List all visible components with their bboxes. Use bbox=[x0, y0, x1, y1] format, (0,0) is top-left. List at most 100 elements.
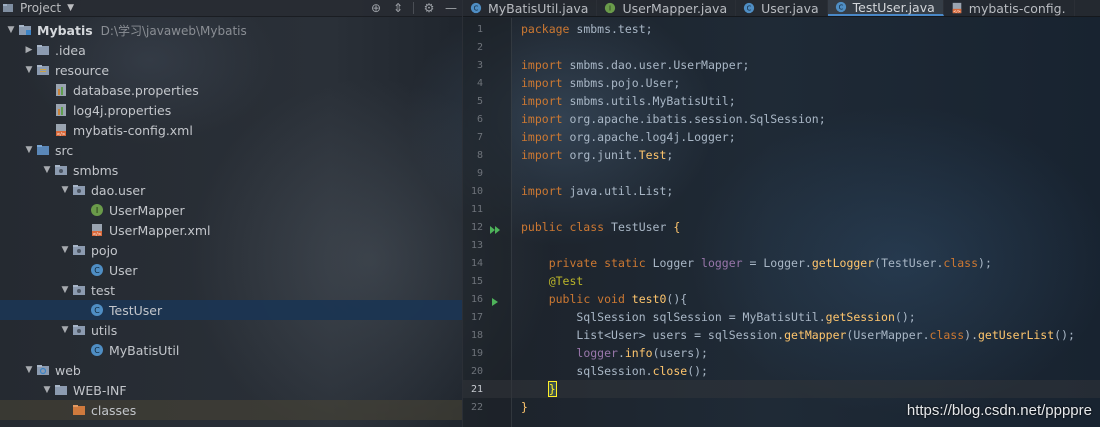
chevron-down-icon[interactable]: ▼ bbox=[58, 285, 72, 295]
code-line[interactable]: 11 bbox=[463, 200, 1100, 218]
code-line[interactable]: 16 public void test0(){ bbox=[463, 290, 1100, 308]
tree-item-dao-user[interactable]: ▼ dao.user bbox=[0, 180, 462, 200]
tree-item-pojo[interactable]: ▼ pojo bbox=[0, 240, 462, 260]
code-line[interactable]: 10 import java.util.List; bbox=[463, 182, 1100, 200]
tree-item-smbms[interactable]: ▼ smbms bbox=[0, 160, 462, 180]
chevron-down-icon[interactable]: ▼ bbox=[40, 165, 54, 175]
tree-item-mybatisutil[interactable]: ▶CMyBatisUtil bbox=[0, 340, 462, 360]
tab-usermapper-java[interactable]: I UserMapper.java bbox=[597, 0, 737, 16]
code-token: SqlSession sqlSession = MyBatisUtil. bbox=[521, 310, 826, 324]
module-path: D:\学习\javaweb\Mybatis bbox=[100, 23, 247, 38]
line-number: 1 bbox=[476, 23, 483, 35]
module-folder-icon bbox=[18, 23, 32, 37]
tree-item-log4j-properties[interactable]: ▶log4j.properties bbox=[0, 100, 462, 120]
tree-item-utils[interactable]: ▼ utils bbox=[0, 320, 462, 340]
code-token: import bbox=[521, 94, 570, 108]
code-token: Test bbox=[638, 148, 667, 162]
code-token: import bbox=[521, 148, 570, 162]
code-token: = Logger. bbox=[742, 256, 812, 270]
tab-mybatis-config-[interactable]: </> mybatis-config. bbox=[944, 0, 1075, 16]
folder-icon bbox=[36, 43, 50, 57]
chevron-down-icon[interactable]: ▼ bbox=[58, 325, 72, 335]
code-line[interactable]: 18 List<User> users = sqlSession.getMapp… bbox=[463, 326, 1100, 344]
locate-file-icon[interactable]: ⊕ bbox=[365, 0, 387, 16]
line-number: 17 bbox=[470, 311, 483, 323]
code-line[interactable]: 13 bbox=[463, 236, 1100, 254]
chevron-down-icon[interactable]: ▼ bbox=[58, 185, 72, 195]
code-line[interactable]: 20 sqlSession.close(); bbox=[463, 362, 1100, 380]
watermark: https://blog.csdn.net/ppppre bbox=[906, 402, 1092, 419]
code-line[interactable]: 7 import org.apache.log4j.Logger; bbox=[463, 128, 1100, 146]
code-line[interactable]: 8 import org.junit.Test; bbox=[463, 146, 1100, 164]
gear-icon[interactable]: ⚙ bbox=[418, 0, 440, 16]
tree-item-user[interactable]: ▶CUser bbox=[0, 260, 462, 280]
editor-tab-bar: C MyBatisUtil.java I UserMapper.java C User.j… bbox=[463, 0, 1100, 17]
code-line[interactable]: 9 bbox=[463, 164, 1100, 182]
project-panel-title[interactable]: Project bbox=[20, 1, 61, 15]
code-text: List<User> users = sqlSession.getMapper(… bbox=[521, 328, 1075, 342]
tree-item-usermapper[interactable]: ▶IUserMapper bbox=[0, 200, 462, 220]
code-line[interactable]: 19 logger.info(users); bbox=[463, 344, 1100, 362]
tab-mybatisutil-java[interactable]: C MyBatisUtil.java bbox=[463, 0, 598, 16]
tree-item-resource[interactable]: ▼ resource bbox=[0, 60, 462, 80]
tree-item-label: test bbox=[91, 282, 116, 298]
collapse-all-icon[interactable]: ⇕ bbox=[387, 0, 409, 16]
code-token: smbms.pojo.User; bbox=[569, 76, 681, 90]
run-test-icon[interactable] bbox=[489, 293, 501, 306]
xml-file-icon: </> bbox=[90, 223, 104, 237]
code-token: (){ bbox=[666, 292, 688, 306]
chevron-down-icon[interactable]: ▼ bbox=[22, 145, 36, 155]
tree-item-testuser[interactable]: ▶CTestUser bbox=[0, 300, 462, 320]
tree-item-classes[interactable]: ▶classes bbox=[0, 400, 462, 420]
hide-panel-icon[interactable]: — bbox=[440, 0, 462, 16]
code-text: import org.junit.Test; bbox=[521, 148, 673, 162]
chevron-down-icon[interactable]: ▼ bbox=[67, 3, 74, 13]
code-token: public void bbox=[548, 292, 632, 306]
tree-item-label: database.properties bbox=[73, 82, 199, 98]
code-line[interactable]: 6 import org.apache.ibatis.session.SqlSes… bbox=[463, 110, 1100, 128]
code-token: (TestUser. bbox=[874, 256, 944, 270]
tree-item-mybatis-config-xml[interactable]: ▶</>mybatis-config.xml bbox=[0, 120, 462, 140]
tree-item-database-properties[interactable]: ▶database.properties bbox=[0, 80, 462, 100]
code-line[interactable]: 15 @Test bbox=[463, 272, 1100, 290]
chevron-right-icon[interactable]: ▶ bbox=[22, 45, 36, 55]
tree-item--idea[interactable]: ▶ .idea bbox=[0, 40, 462, 60]
code-line[interactable]: 21 } bbox=[463, 380, 1100, 398]
tree-item-label: UserMapper.xml bbox=[109, 222, 211, 238]
code-line[interactable]: 5 import smbms.utils.MyBatisUtil; bbox=[463, 92, 1100, 110]
svg-text:C: C bbox=[474, 5, 479, 13]
tree-item-usermapper-xml[interactable]: ▶</>UserMapper.xml bbox=[0, 220, 462, 240]
chevron-down-icon[interactable]: ▼ bbox=[40, 385, 54, 395]
tree-item-web[interactable]: ▼ web bbox=[0, 360, 462, 380]
code-line[interactable]: 14 private static Logger logger = Logger… bbox=[463, 254, 1100, 272]
line-number: 7 bbox=[476, 131, 483, 143]
code-token: org.junit. bbox=[569, 148, 639, 162]
code-line[interactable]: 3 import smbms.dao.user.UserMapper; bbox=[463, 56, 1100, 74]
run-class-icon[interactable] bbox=[489, 221, 501, 234]
code-line[interactable]: 4 import smbms.pojo.User; bbox=[463, 74, 1100, 92]
code-token: test0 bbox=[631, 292, 667, 306]
code-token: private static bbox=[548, 256, 653, 270]
tree-item-test[interactable]: ▼ test bbox=[0, 280, 462, 300]
code-line[interactable]: 2 bbox=[463, 38, 1100, 56]
chevron-down-icon[interactable]: ▼ bbox=[58, 245, 72, 255]
tree-item-src[interactable]: ▼ src bbox=[0, 140, 462, 160]
code-line[interactable]: 12 public class TestUser { bbox=[463, 218, 1100, 236]
chevron-down-icon[interactable]: ▼ bbox=[4, 25, 18, 35]
code-token: public class bbox=[521, 220, 612, 234]
code-line[interactable]: 17 SqlSession sqlSession = MyBatisUtil.g… bbox=[463, 308, 1100, 326]
tree-item-label: smbms bbox=[73, 162, 119, 178]
svg-text:C: C bbox=[94, 346, 100, 355]
tree-item-label: Mybatis bbox=[37, 22, 93, 38]
chevron-down-icon[interactable]: ▼ bbox=[22, 65, 36, 75]
code-line[interactable]: 1 package smbms.test; bbox=[463, 20, 1100, 38]
folder-icon bbox=[54, 383, 68, 397]
tab-testuser-java[interactable]: C TestUser.java bbox=[827, 0, 944, 16]
tab-user-java[interactable]: C User.java bbox=[736, 0, 828, 16]
tree-item-web-inf[interactable]: ▼ WEB-INF bbox=[0, 380, 462, 400]
chevron-down-icon[interactable]: ▼ bbox=[22, 365, 36, 375]
resources-folder-icon bbox=[36, 63, 50, 77]
tree-item-mybatis[interactable]: ▼ Mybatis D:\学习\javaweb\Mybatis bbox=[0, 20, 462, 40]
code-editor[interactable]: 1 package smbms.test; 2 3 import smbms.dao.u… bbox=[463, 18, 1100, 427]
